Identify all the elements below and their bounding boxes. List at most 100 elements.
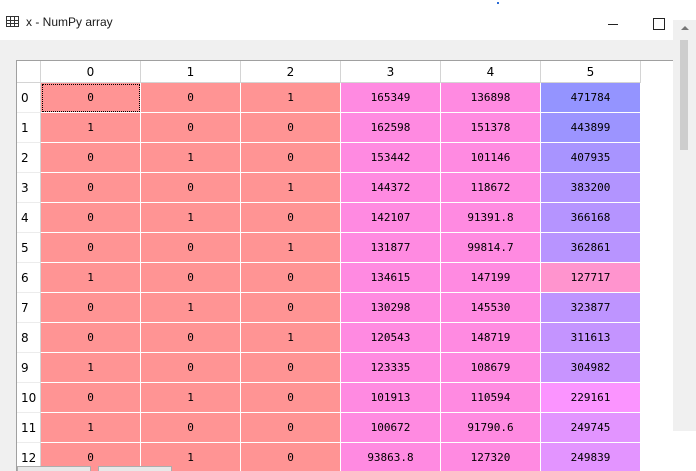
table-cell[interactable]: 1 (41, 413, 141, 443)
table-cell[interactable]: 134615 (341, 263, 441, 293)
table-cell[interactable]: 311613 (541, 323, 641, 353)
table-cell[interactable]: 1 (141, 383, 241, 413)
table-cell[interactable]: 0 (141, 353, 241, 383)
table-cell[interactable]: 101146 (441, 143, 541, 173)
row-header-0[interactable]: 0 (17, 83, 41, 113)
table-cell[interactable]: 0 (41, 83, 141, 113)
column-header-4[interactable]: 4 (441, 61, 541, 83)
table-cell[interactable]: 148719 (441, 323, 541, 353)
table-cell[interactable]: 1 (241, 83, 341, 113)
table-cell[interactable]: 147199 (441, 263, 541, 293)
table-cell[interactable]: 165349 (341, 83, 441, 113)
column-header-5[interactable]: 5 (541, 61, 641, 83)
row-header-3[interactable]: 3 (17, 173, 41, 203)
table-cell[interactable]: 1 (141, 143, 241, 173)
table-cell[interactable]: 0 (41, 173, 141, 203)
table-cell[interactable]: 1 (141, 293, 241, 323)
table-cell[interactable]: 323877 (541, 293, 641, 323)
column-header-2[interactable]: 2 (241, 61, 341, 83)
table-cell[interactable]: 108679 (441, 353, 541, 383)
table-cell[interactable]: 127717 (541, 263, 641, 293)
scroll-thumb[interactable] (680, 40, 688, 150)
scroll-up-arrow-icon[interactable] (681, 26, 689, 30)
table-cell[interactable]: 362861 (541, 233, 641, 263)
table-cell[interactable]: 1 (41, 113, 141, 143)
table-cell[interactable]: 153442 (341, 143, 441, 173)
row-header-8[interactable]: 8 (17, 323, 41, 353)
table-cell[interactable]: 151378 (441, 113, 541, 143)
table-cell[interactable]: 118672 (441, 173, 541, 203)
table-cell[interactable]: 0 (241, 113, 341, 143)
table-cell[interactable]: 0 (41, 323, 141, 353)
table-cell[interactable]: 383200 (541, 173, 641, 203)
column-header-3[interactable]: 3 (341, 61, 441, 83)
table-cell[interactable]: 1 (41, 263, 141, 293)
table-cell[interactable]: 93863.8 (341, 443, 441, 471)
table-cell[interactable]: 91391.8 (441, 203, 541, 233)
table-cell[interactable]: 0 (241, 353, 341, 383)
table-cell[interactable]: 1 (41, 353, 141, 383)
table-cell[interactable]: 229161 (541, 383, 641, 413)
vertical-scrollbar[interactable] (673, 20, 696, 431)
row-header-4[interactable]: 4 (17, 203, 41, 233)
table-cell[interactable]: 0 (241, 143, 341, 173)
table-cell[interactable]: 101913 (341, 383, 441, 413)
row-header-2[interactable]: 2 (17, 143, 41, 173)
row-header-1[interactable]: 1 (17, 113, 41, 143)
table-cell[interactable]: 249745 (541, 413, 641, 443)
row-header-9[interactable]: 9 (17, 353, 41, 383)
table-cell[interactable]: 162598 (341, 113, 441, 143)
table-cell[interactable]: 0 (141, 173, 241, 203)
table-cell[interactable]: 0 (241, 203, 341, 233)
table-cell[interactable]: 120543 (341, 323, 441, 353)
table-cell[interactable]: 1 (241, 173, 341, 203)
table-cell[interactable]: 0 (141, 83, 241, 113)
table-cell[interactable]: 142107 (341, 203, 441, 233)
table-cell[interactable]: 136898 (441, 83, 541, 113)
table-cell[interactable]: 0 (241, 443, 341, 471)
table-cell[interactable]: 99814.7 (441, 233, 541, 263)
row-header-11[interactable]: 11 (17, 413, 41, 443)
table-cell[interactable]: 0 (41, 203, 141, 233)
table-cell[interactable]: 0 (241, 413, 341, 443)
table-cell[interactable]: 407935 (541, 143, 641, 173)
table-cell[interactable]: 366168 (541, 203, 641, 233)
row-header-6[interactable]: 6 (17, 263, 41, 293)
table-cell[interactable]: 100672 (341, 413, 441, 443)
row-header-7[interactable]: 7 (17, 293, 41, 323)
table-cell[interactable]: 127320 (441, 443, 541, 471)
table-cell[interactable]: 471784 (541, 83, 641, 113)
table-cell[interactable]: 0 (141, 233, 241, 263)
row-header-10[interactable]: 10 (17, 383, 41, 413)
table-cell[interactable]: 1 (241, 233, 341, 263)
column-header-1[interactable]: 1 (141, 61, 241, 83)
table-cell[interactable]: 443899 (541, 113, 641, 143)
table-cell[interactable]: 110594 (441, 383, 541, 413)
column-header-0[interactable]: 0 (41, 61, 141, 83)
bottom-button-2[interactable] (98, 466, 172, 471)
table-cell[interactable]: 145530 (441, 293, 541, 323)
table-cell[interactable]: 0 (41, 383, 141, 413)
table-cell[interactable]: 0 (41, 143, 141, 173)
table-cell[interactable]: 0 (41, 233, 141, 263)
table-cell[interactable]: 0 (241, 293, 341, 323)
table-cell[interactable]: 144372 (341, 173, 441, 203)
table-cell[interactable]: 91790.6 (441, 413, 541, 443)
table-cell[interactable]: 0 (241, 263, 341, 293)
table-cell[interactable]: 249839 (541, 443, 641, 471)
row-header-5[interactable]: 5 (17, 233, 41, 263)
table-cell[interactable]: 131877 (341, 233, 441, 263)
table-cell[interactable]: 0 (141, 113, 241, 143)
table-cell[interactable]: 1 (241, 323, 341, 353)
table-cell[interactable]: 130298 (341, 293, 441, 323)
table-cell[interactable]: 0 (141, 263, 241, 293)
minimize-button[interactable] (590, 0, 636, 40)
table-cell[interactable]: 1 (141, 203, 241, 233)
table-cell[interactable]: 0 (41, 293, 141, 323)
table-cell[interactable]: 304982 (541, 353, 641, 383)
table-cell[interactable]: 0 (241, 383, 341, 413)
bottom-button-1[interactable] (17, 466, 91, 471)
table-cell[interactable]: 0 (141, 323, 241, 353)
table-cell[interactable]: 0 (141, 413, 241, 443)
table-cell[interactable]: 123335 (341, 353, 441, 383)
